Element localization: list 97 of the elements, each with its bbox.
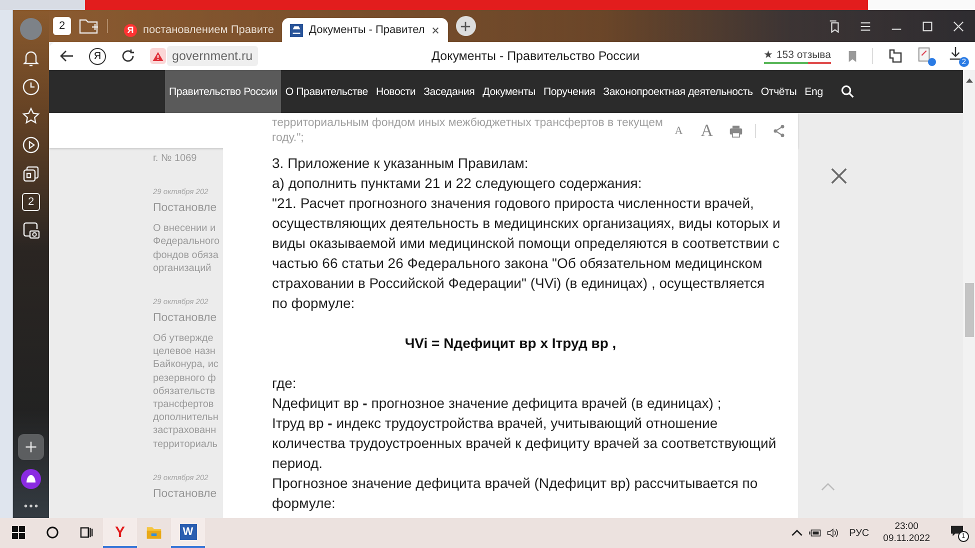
news-text: трансфертов [153,398,215,412]
yandex-favicon: Я [124,24,137,36]
scrollbar-thumb[interactable] [964,283,974,337]
news-text: Федерального [153,235,221,249]
plus-icon [24,440,38,454]
document-text-line: количества трудоустроенных врачей к дефициту врачей за соответствующий [272,434,778,453]
nav-link[interactable]: Новости [372,70,420,113]
speaker-icon[interactable] [827,528,840,538]
folder-icon [146,524,162,540]
nav-link[interactable]: Поручения [539,70,600,113]
new-tab-button[interactable] [456,16,476,36]
close-icon[interactable] [430,26,440,34]
more-icon[interactable] [24,504,38,508]
browser-tab[interactable]: Документы - Правител [282,18,448,42]
document-text-line: территориальным фондом иных межбюджетных трансфертов в текущем [272,116,663,130]
browser-button[interactable]: Y [103,518,137,548]
time-text: 23:00 [894,521,918,533]
news-text: обязательств [153,384,216,398]
nav-link[interactable]: Заседания [420,70,479,113]
task-view-icon [80,526,92,538]
document-text-line: период. [272,454,324,473]
word-button[interactable]: W [171,518,205,548]
font-decrease-button[interactable]: A [664,124,683,136]
assistant-icon[interactable] [21,469,41,489]
document-text-line: виды оказываемой ими медицинской помощи определяются в соответствии с [272,234,780,253]
collections-icon[interactable] [21,164,41,184]
nav-link[interactable]: Документы [478,70,540,113]
document-text-line: осуществляющих деятельность в медицинских организациях, виды которых и [272,214,782,233]
new-folder-icon[interactable] [79,17,99,35]
back-icon[interactable] [59,48,75,64]
bookmark-icon[interactable] [846,50,858,62]
notes-icon[interactable] [916,46,936,66]
scroll-up-arrow-icon[interactable] [966,78,972,83]
news-text: дополнительн [153,411,220,424]
document-text-line: Nдефицит вр - прогнозное значение дефицита врачей (в единицах) ; [272,394,722,413]
document-text-line: страховании в Российской Федерации" (ЧVi) (в единицах) , осуществляется [272,274,766,293]
document-text-line: частью 66 статьи 26 Федерального закона "Об обязательном медицинском [272,254,764,273]
news-title: Постановле [153,312,218,324]
formula: ЧVi = Nдефицит вр x Iтруд вр , [404,334,616,353]
search-icon[interactable] [840,85,854,98]
news-text: целевое назн [153,345,216,358]
page-title: Документы - Правительство России [430,49,640,63]
news-text: территориаль [153,438,219,451]
date-text: 09.11.2022 [883,533,930,545]
nav-link[interactable]: Eng [800,70,827,113]
news-text: Байконура, ис [153,358,220,372]
tab-counter[interactable]: 2 [22,193,40,211]
chevron-up-icon[interactable] [791,528,804,538]
play-icon[interactable] [21,135,41,155]
document-text-line: 3. Приложение к указанным Правилам: [272,154,530,173]
news-text: г. № 1069 [153,152,198,166]
rating-link[interactable]: ★ 153 отзыва [764,48,831,64]
star-icon[interactable] [21,106,41,126]
extensions-icon[interactable] [886,48,903,64]
news-title: Постановле [153,202,218,214]
share-icon[interactable] [772,124,786,138]
yandex-button[interactable]: Я [89,48,106,64]
windows-logo-icon [12,526,24,538]
news-text: застрахованн [153,424,218,438]
news-text: организаций [153,262,212,276]
nav-link[interactable]: Законопроектная деятельность [599,70,757,113]
clock[interactable]: 23:00 09.11.2022 [883,521,930,545]
close-icon[interactable] [831,168,847,184]
plus-icon [460,20,472,32]
news-title: Постановле [153,488,218,500]
document-text-line: где: [272,374,298,393]
news-text: фондов обяза [153,248,220,262]
document-text-line: "21. Расчет прогнозного значения годового прироста численности врачей, [272,194,755,213]
warning-icon[interactable] [150,48,166,64]
tabs-icon[interactable] [828,20,841,32]
browser-tab[interactable]: Я постановлением Правите [116,18,282,42]
reload-icon[interactable] [120,48,136,64]
news-text: резервного ф [153,372,217,385]
clock-icon[interactable] [21,77,41,97]
maximize-icon[interactable] [921,20,934,32]
menu-icon[interactable] [859,20,872,32]
tab-count-button[interactable]: 2 [53,17,71,35]
nav-link[interactable]: Правительство России [165,70,282,113]
url-field[interactable]: government.ru [167,46,258,66]
document-text-line: Iтруд вр - индекс трудоустройства врачей, учитывающий отношение [272,414,719,433]
nav-link[interactable]: Отчёты [756,70,801,113]
news-text: О внесении и [153,222,217,236]
font-increase-button[interactable]: A [700,120,713,140]
document-text-line: формуле: [272,494,336,513]
document-text-line: по формуле: [272,294,356,313]
nav-link[interactable]: О Правительстве [281,70,372,113]
screenshot-icon[interactable] [21,220,41,240]
news-text: Об утвержде [153,332,214,346]
document-text-line: Прогнозное значение дефицита врачей (Nдефицит вр) рассчитывается по [272,474,759,493]
emblem-favicon [290,24,304,36]
print-icon[interactable] [729,124,743,138]
battery-icon[interactable] [809,528,822,538]
document-text-line: а) дополнить пунктами 21 и 22 следующего содержания: [272,174,643,193]
search-icon [46,526,58,538]
add-button[interactable] [18,434,44,460]
document-text-line: году."; [272,130,305,146]
language-indicator[interactable]: РУС [849,528,870,538]
